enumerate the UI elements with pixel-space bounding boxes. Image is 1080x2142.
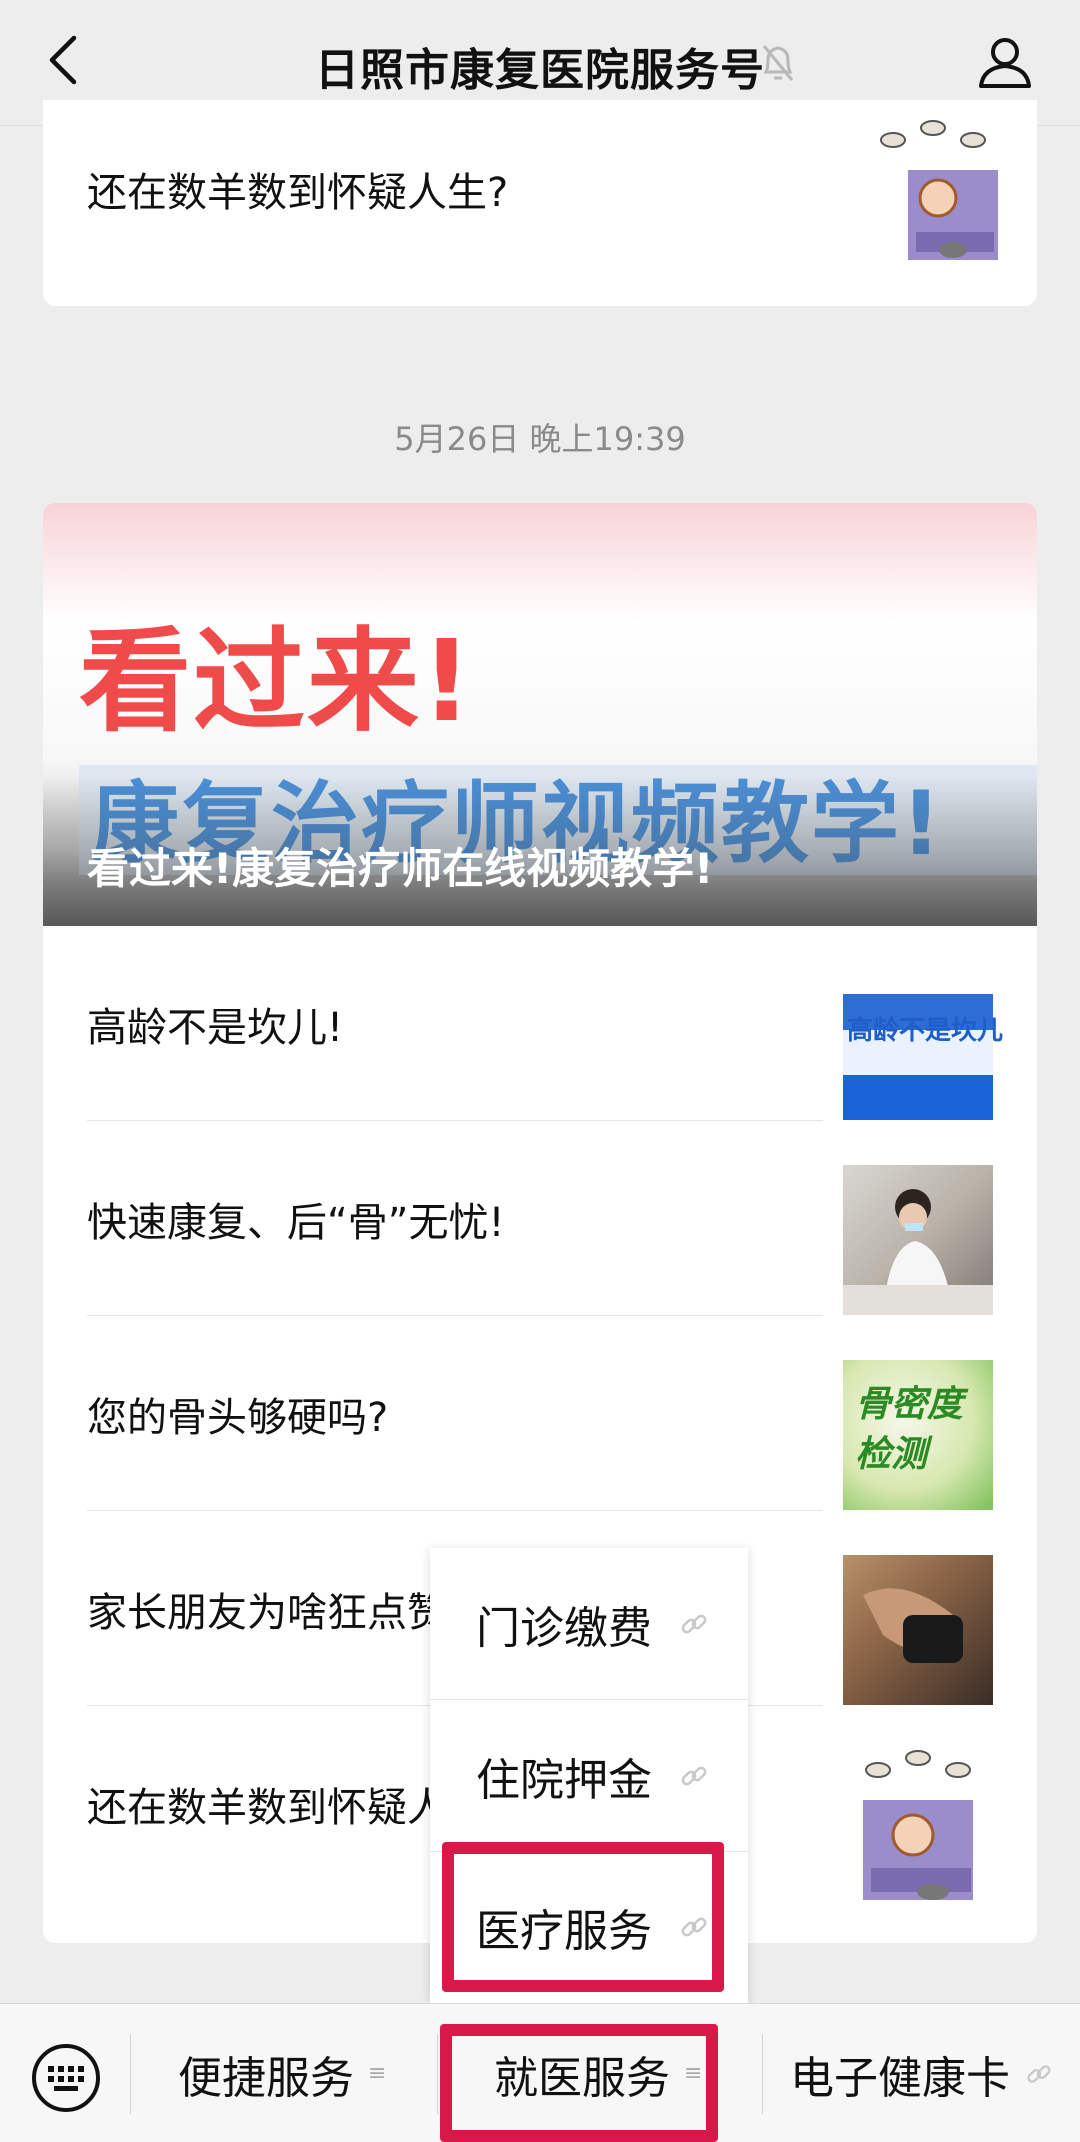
menu-label: 电子健康卡 bbox=[790, 2052, 1010, 2104]
menu-convenient-service[interactable]: 便捷服务 ≡ bbox=[178, 2004, 386, 2142]
sleep-sheep-thumbnail bbox=[880, 120, 998, 260]
article-item[interactable]: 高龄不是坎儿! 高龄不是坎儿 bbox=[43, 926, 1037, 1121]
link-icon bbox=[681, 1614, 707, 1634]
menu-item-label: 住院押金 bbox=[476, 1755, 652, 1806]
highlight-box-medical-service bbox=[442, 1842, 724, 1992]
page-title: 日照市康复医院服务号 bbox=[315, 45, 765, 96]
divider bbox=[437, 2034, 438, 2114]
cover-headline: 看过来! bbox=[79, 617, 475, 747]
menu-item-hospital-deposit[interactable]: 住院押金 bbox=[430, 1700, 748, 1852]
article-card-previous[interactable]: 还在数羊数到怀疑人生? bbox=[43, 100, 1037, 306]
article-item[interactable]: 快速康复、后“骨”无忧! bbox=[43, 1121, 1037, 1316]
link-icon bbox=[681, 1766, 707, 1786]
cover-caption: 看过来!康复治疗师在线视频教学! bbox=[87, 844, 714, 893]
profile-icon[interactable] bbox=[975, 32, 1035, 92]
submenu-icon: ≡ bbox=[368, 2061, 387, 2086]
nurse-photo bbox=[843, 1189, 993, 1315]
mute-bell-icon bbox=[762, 45, 794, 81]
divider bbox=[762, 2034, 763, 2114]
article-title: 快速康复、后“骨”无忧! bbox=[87, 1199, 505, 1246]
article-title: 家长朋友为啥狂点赞 bbox=[87, 1589, 447, 1636]
menu-label: 便捷服务 bbox=[178, 2052, 354, 2104]
sleep-sheep-thumbnail bbox=[863, 1750, 973, 1900]
menu-health-card[interactable]: 电子健康卡 bbox=[790, 2004, 1054, 2142]
keyboard-icon[interactable] bbox=[30, 2042, 102, 2114]
thumbnail-text: 高龄不是坎儿 bbox=[847, 1016, 1004, 1046]
highlight-box-medical-visit-service bbox=[440, 2024, 718, 2142]
article-thumbnail bbox=[843, 1165, 993, 1315]
article-title: 高龄不是坎儿! bbox=[87, 1004, 344, 1051]
article-thumbnail bbox=[843, 1555, 993, 1705]
article-title: 还在数羊数到怀疑人生? bbox=[87, 170, 509, 216]
article-thumbnail: 高龄不是坎儿 bbox=[843, 970, 1003, 1120]
menu-item-label: 门诊缴费 bbox=[476, 1603, 652, 1654]
link-icon bbox=[1027, 2064, 1051, 2083]
article-item[interactable]: 您的骨头够硬吗? 骨密度检测 bbox=[43, 1316, 1037, 1511]
divider bbox=[130, 2034, 131, 2114]
cover-article[interactable]: 看过来! 康复治疗师视频教学! 看过来!康复治疗师在线视频教学! bbox=[43, 503, 1037, 926]
article-thumbnail: 骨密度检测 bbox=[843, 1360, 993, 1510]
message-timestamp: 5月26日 晚上19:39 bbox=[394, 420, 686, 458]
thumbnail-text: 骨密度检测 bbox=[855, 1384, 964, 1475]
article-title: 您的骨头够硬吗? bbox=[87, 1394, 389, 1441]
menu-item-outpatient-payment[interactable]: 门诊缴费 bbox=[430, 1548, 748, 1700]
scraping-photo bbox=[863, 1588, 963, 1663]
